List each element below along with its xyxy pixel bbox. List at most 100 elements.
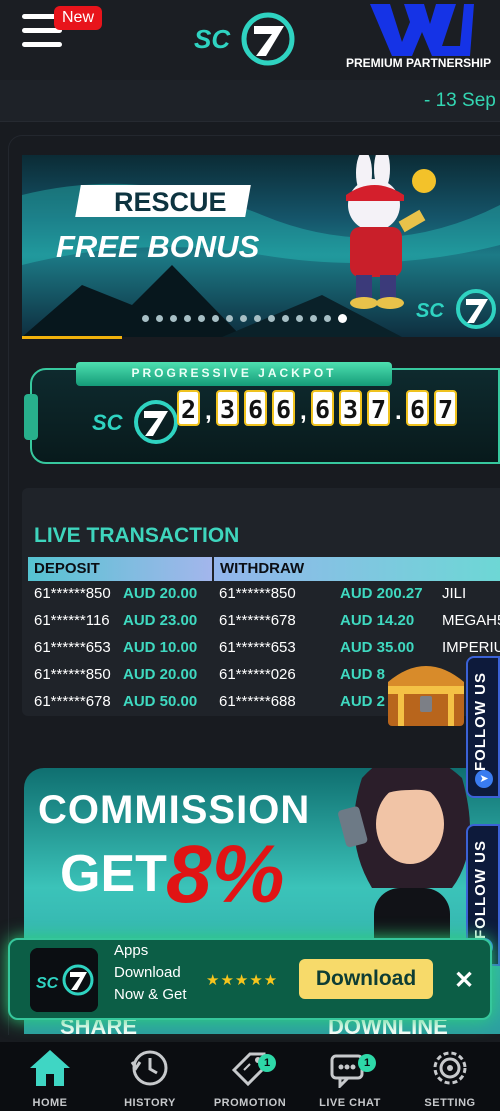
withdraw-column-header: WITHDRAW	[214, 557, 500, 581]
transaction-row: 61******850 AUD 20.00 61******850 AUD 200.2…	[34, 585, 500, 611]
app-download-bar: SC Apps Download Now & Get ★★★★★ Downloa…	[8, 938, 492, 1020]
jackpot-digit: 7	[367, 390, 390, 426]
jackpot-separator: .	[395, 398, 402, 425]
jackpot-sc7-logo: SC	[92, 400, 178, 444]
close-icon[interactable]: ✕	[454, 966, 474, 995]
sc7-app-icon: SC	[30, 948, 98, 1012]
sc7-logo[interactable]: SC	[192, 10, 304, 68]
nav-home[interactable]: HOME	[0, 1042, 100, 1111]
jackpot-separator: ,	[300, 398, 307, 425]
carousel-dots[interactable]	[142, 314, 347, 323]
jackpot-digit: 2	[177, 390, 200, 426]
svg-text:SC: SC	[416, 300, 444, 322]
carousel-dot[interactable]	[254, 315, 261, 322]
settings-gear-icon	[433, 1051, 467, 1085]
rating-stars: ★★★★★	[206, 972, 279, 989]
premium-partner-logo	[370, 4, 474, 56]
treasure-chest-icon[interactable]	[382, 656, 470, 730]
carousel-dot[interactable]	[310, 315, 317, 322]
live-transaction-title: LIVE TRANSACTION	[34, 524, 240, 547]
withdraw-user: 61******026	[219, 666, 296, 683]
nav-label: HISTORY	[124, 1097, 176, 1109]
new-badge: New	[54, 6, 103, 30]
nav-live-chat[interactable]: 1 LIVE CHAT	[300, 1042, 400, 1111]
commission-percent: 8%	[166, 829, 285, 920]
marquee-text: - 13 Sep	[424, 90, 496, 111]
follow-us-telegram-tab[interactable]: FOLLOW US ➤	[466, 656, 500, 798]
nav-label: SETTING	[424, 1097, 476, 1109]
svg-text:SC: SC	[36, 975, 59, 992]
deposit-amount: AUD 20.00	[123, 585, 198, 602]
deposit-user: 61******850	[34, 666, 111, 683]
carousel-dot[interactable]	[324, 315, 331, 322]
withdraw-game: MEGAH5	[442, 612, 500, 629]
sc7-watermark-logo: SC	[416, 289, 496, 329]
carousel-dot[interactable]	[282, 315, 289, 322]
promotion-count-badge: 1	[258, 1054, 276, 1072]
withdraw-amount: AUD 8	[340, 666, 386, 683]
carousel-dot[interactable]	[212, 315, 219, 322]
withdraw-user: 61******850	[219, 585, 296, 602]
carousel-dot[interactable]	[198, 315, 205, 322]
app-page: New SC PREMIUM PARTNERSHIP - 13 Sep RESC…	[0, 0, 500, 1111]
carousel-dot[interactable]	[184, 315, 191, 322]
commission-title: COMMISSION	[38, 788, 311, 832]
jackpot-digit: 6	[406, 390, 429, 426]
follow-us-label: FOLLOW US	[472, 840, 489, 939]
jackpot-digit: 6	[311, 390, 334, 426]
deposit-user: 61******850	[34, 585, 111, 602]
carousel-dot[interactable]	[226, 315, 233, 322]
banner-tag: RESCUE	[114, 187, 227, 217]
home-icon	[30, 1050, 70, 1086]
promo-banner-carousel[interactable]: RESCUE FREE BONUS SC	[22, 155, 500, 337]
telegram-icon: ➤	[475, 770, 493, 788]
live-chat-count-badge: 1	[358, 1054, 376, 1072]
withdraw-game: IMPERIU	[442, 639, 500, 656]
carousel-dot[interactable]	[296, 315, 303, 322]
download-button[interactable]: Download	[299, 959, 433, 999]
withdraw-user: 61******653	[219, 639, 296, 656]
jackpot-digit: 3	[339, 390, 362, 426]
withdraw-amount: AUD 200.27	[340, 585, 423, 602]
svg-text:SC: SC	[194, 24, 231, 54]
jackpot-separator: ,	[205, 398, 212, 425]
history-icon	[130, 1050, 168, 1086]
carousel-dot[interactable]	[240, 315, 247, 322]
transaction-row: 61******116 AUD 23.00 61******678 AUD 14.20…	[34, 612, 500, 638]
withdraw-amount: AUD 14.20	[340, 612, 415, 629]
withdraw-user: 61******678	[219, 612, 296, 629]
jackpot-digit: 6	[272, 390, 295, 426]
nav-history[interactable]: HISTORY	[100, 1042, 200, 1111]
svg-text:SC: SC	[92, 410, 124, 435]
top-header: New SC PREMIUM PARTNERSHIP	[0, 0, 500, 80]
carousel-dot[interactable]	[156, 315, 163, 322]
jackpot-digit: 7	[434, 390, 457, 426]
withdraw-amount: AUD 2	[340, 693, 386, 710]
withdraw-user: 61******688	[219, 693, 296, 710]
nav-label: LIVE CHAT	[319, 1097, 381, 1109]
banner-headline: FREE BONUS	[56, 229, 260, 264]
nav-label: PROMOTION	[213, 1097, 287, 1109]
banner-progress-bar	[22, 336, 122, 339]
app-download-text: Apps Download Now & Get	[114, 942, 187, 1003]
nav-promotion[interactable]: 1 PROMOTION	[200, 1042, 300, 1111]
deposit-amount: AUD 20.00	[123, 666, 198, 683]
carousel-dot[interactable]	[170, 315, 177, 322]
jackpot-title: PROGRESSIVE JACKPOT	[131, 366, 337, 380]
commission-get: GET	[60, 845, 167, 903]
jackpot-digits: 2,366,637.67	[177, 390, 462, 426]
progressive-jackpot: PROGRESSIVE JACKPOT SC 2,366,637.67	[24, 360, 500, 468]
jackpot-digit: 3	[216, 390, 239, 426]
nav-label: HOME	[32, 1097, 68, 1109]
carousel-dot[interactable]	[142, 315, 149, 322]
withdraw-game: JILI	[442, 585, 467, 602]
jackpot-digit: 6	[244, 390, 267, 426]
carousel-dot[interactable]	[268, 315, 275, 322]
deposit-amount: AUD 10.00	[123, 639, 198, 656]
nav-setting[interactable]: SETTING	[400, 1042, 500, 1111]
deposit-user: 61******653	[34, 639, 111, 656]
deposit-user: 61******116	[34, 612, 110, 629]
carousel-dot[interactable]	[338, 314, 347, 323]
withdraw-amount: AUD 35.00	[340, 639, 415, 656]
deposit-amount: AUD 23.00	[123, 612, 198, 629]
